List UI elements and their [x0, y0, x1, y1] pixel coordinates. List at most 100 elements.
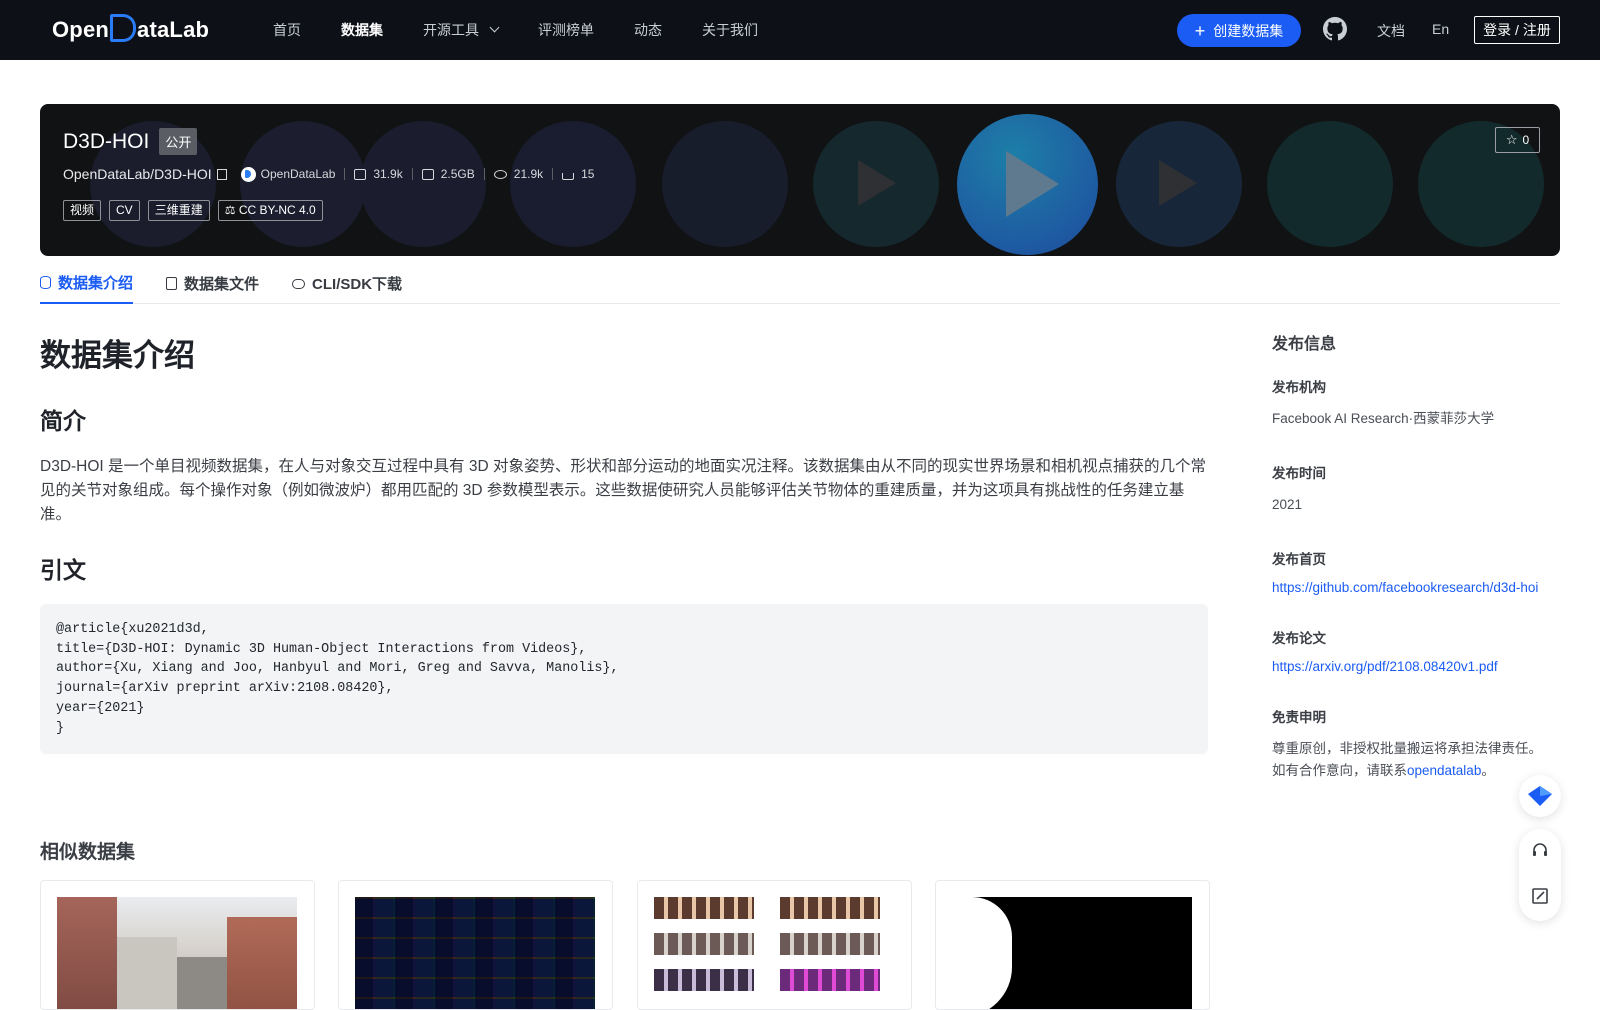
similar-dataset-card[interactable]: [935, 880, 1210, 1010]
similar-dataset-card[interactable]: [637, 880, 912, 1010]
dataset-thumbnail: [355, 897, 595, 1009]
nav-link-news[interactable]: 动态: [634, 20, 662, 40]
github-icon[interactable]: [1323, 17, 1347, 41]
disclaimer-period: 。: [1481, 763, 1495, 778]
license-label: CC BY-NC 4.0: [238, 203, 316, 217]
dataset-name: D3D-HOI: [63, 129, 150, 153]
video-thumb-bubble: [510, 121, 636, 247]
tab-intro[interactable]: 数据集介绍: [40, 263, 134, 304]
video-thumb-bubble: [1267, 121, 1393, 247]
similar-dataset-card[interactable]: [40, 880, 315, 1010]
nav-link-datasets[interactable]: 数据集: [341, 20, 383, 40]
thumb-strip: [780, 933, 880, 955]
citation-line: author={Xu, Xiang and Joo, Hanbyul and M…: [56, 661, 619, 677]
disclaimer-text: 尊重原创，非授权批量搬运将承担法律责任。 如有合作意向，请联系opendatal…: [1272, 738, 1562, 782]
sidebar-title: 发布信息: [1272, 336, 1337, 353]
copy-icon[interactable]: [216, 168, 227, 180]
dataset-thumbnail: [952, 897, 1192, 1009]
disclaimer-line: 如有合作意向，请联系opendatalab。: [1272, 760, 1562, 782]
chevron-down-icon: [489, 22, 500, 32]
ai-assistant-icon: [1528, 786, 1552, 806]
nav-links: 首页 数据集 开源工具 评测榜单 动态 关于我们: [273, 0, 798, 60]
tag-3d-reconstruction[interactable]: 三维重建: [147, 200, 210, 221]
opendatalab-logo[interactable]: Open ataLab: [52, 14, 209, 46]
nav-link-tools-label: 开源工具: [423, 22, 479, 38]
view-count: 21.9k: [493, 167, 544, 181]
tab-files-label: 数据集文件: [184, 276, 260, 293]
citation-line: year={2021}: [56, 700, 145, 716]
eye-icon: [493, 169, 507, 179]
publish-time-label: 发布时间: [1272, 466, 1326, 481]
dataset-thumbnail: [57, 897, 297, 1009]
login-register-button[interactable]: 登录 / 注册: [1474, 16, 1560, 44]
tag-cv[interactable]: CV: [109, 200, 140, 221]
paper-link[interactable]: https://arxiv.org/pdf/2108.08420v1.pdf: [1272, 659, 1562, 674]
citation-heading: 引文: [40, 557, 86, 583]
tag-video[interactable]: 视频: [63, 200, 102, 221]
tab-cli-sdk[interactable]: CLI/SDK下载: [292, 263, 402, 304]
video-thumb-bubble: [240, 121, 366, 247]
nav-link-leaderboard[interactable]: 评测榜单: [538, 20, 594, 40]
org-name: OpenDataLab: [260, 167, 336, 181]
headset-icon[interactable]: [1530, 841, 1550, 861]
language-switch[interactable]: En: [1432, 21, 1449, 37]
dataset-title-row: D3D-HOI 公开: [63, 128, 198, 155]
thumb-strip: [654, 897, 754, 919]
publish-info-sidebar: 发布信息 发布机构 Facebook AI Research·西蒙菲莎大学 发布…: [1272, 330, 1562, 814]
dataset-org[interactable]: OpenDataLab: [240, 166, 336, 182]
citation-line: journal={arXiv preprint arXiv:2108.08420…: [56, 681, 394, 697]
nav-link-tools[interactable]: 开源工具: [423, 20, 500, 40]
citation-code-block[interactable]: @article{xu2021d3d, title={D3D-HOI: Dyna…: [40, 604, 1208, 754]
ai-assistant-button[interactable]: [1519, 775, 1561, 817]
homepage-link[interactable]: https://github.com/facebookresearch/d3d-…: [1272, 580, 1562, 595]
nav-docs-link[interactable]: 文档: [1377, 21, 1405, 41]
thumb-building: [227, 917, 297, 1009]
file-count-value: 31.9k: [373, 167, 403, 181]
play-icon: [858, 160, 896, 206]
download-count-value: 15: [581, 167, 595, 181]
thumb-strip: [654, 969, 754, 991]
intro-text: D3D-HOI 是一个单目视频数据集，在人与对象交互过程中具有 3D 对象姿势、…: [40, 458, 1206, 523]
dataset-path: OpenDataLab/D3D-HOI: [63, 166, 212, 182]
edit-icon[interactable]: [1530, 886, 1550, 906]
dataset-thumbnail: [654, 897, 894, 1009]
floating-toolbar: [1519, 829, 1561, 921]
star-button[interactable]: ☆ 0: [1495, 127, 1540, 153]
license-icon: ⚖: [224, 203, 236, 217]
homepage-label: 发布首页: [1272, 552, 1326, 567]
play-icon[interactable]: [1006, 151, 1059, 217]
dataset-meta-row: OpenDataLab/D3D-HOI OpenDataLab 31.9k 2.…: [63, 166, 594, 182]
create-dataset-button[interactable]: + 创建数据集: [1177, 14, 1301, 47]
contact-link[interactable]: opendatalab: [1407, 763, 1481, 778]
nav-link-about[interactable]: 关于我们: [702, 20, 758, 40]
database-icon: [40, 276, 51, 289]
citation-line: }: [56, 720, 65, 736]
dataset-size: 2.5GB: [421, 167, 475, 181]
disclaimer-contact-text: 如有合作意向，请联系: [1272, 763, 1407, 778]
intro-heading: 简介: [40, 408, 86, 434]
view-count-value: 21.9k: [513, 167, 544, 181]
plus-icon: +: [1194, 20, 1206, 41]
page-title: 数据集介绍: [40, 338, 195, 373]
disclaimer-label: 免责申明: [1272, 710, 1326, 725]
logo-wordmark: Open: [52, 17, 110, 42]
download-icon: [562, 172, 575, 180]
thumb-strip: [654, 933, 754, 955]
org-avatar: [240, 166, 256, 182]
create-dataset-label: 创建数据集: [1213, 22, 1284, 39]
download-count: 15: [562, 167, 594, 181]
similar-dataset-card[interactable]: [338, 880, 613, 1010]
thumb-strip: [780, 969, 880, 991]
thumb-strip: [780, 897, 880, 919]
cloud-download-icon: [292, 278, 306, 289]
file-icon: [166, 277, 178, 290]
license-tag[interactable]: ⚖ CC BY-NC 4.0: [217, 200, 323, 221]
tab-files[interactable]: 数据集文件: [166, 263, 259, 304]
tab-intro-label: 数据集介绍: [58, 275, 134, 292]
citation-line: @article{xu2021d3d,: [56, 622, 209, 637]
star-icon: ☆: [1505, 132, 1518, 147]
tab-cli-sdk-label: CLI/SDK下载: [312, 276, 403, 293]
video-thumb-bubble: [360, 121, 486, 247]
similar-datasets-title: 相似数据集: [40, 842, 136, 863]
nav-link-home[interactable]: 首页: [273, 20, 301, 40]
